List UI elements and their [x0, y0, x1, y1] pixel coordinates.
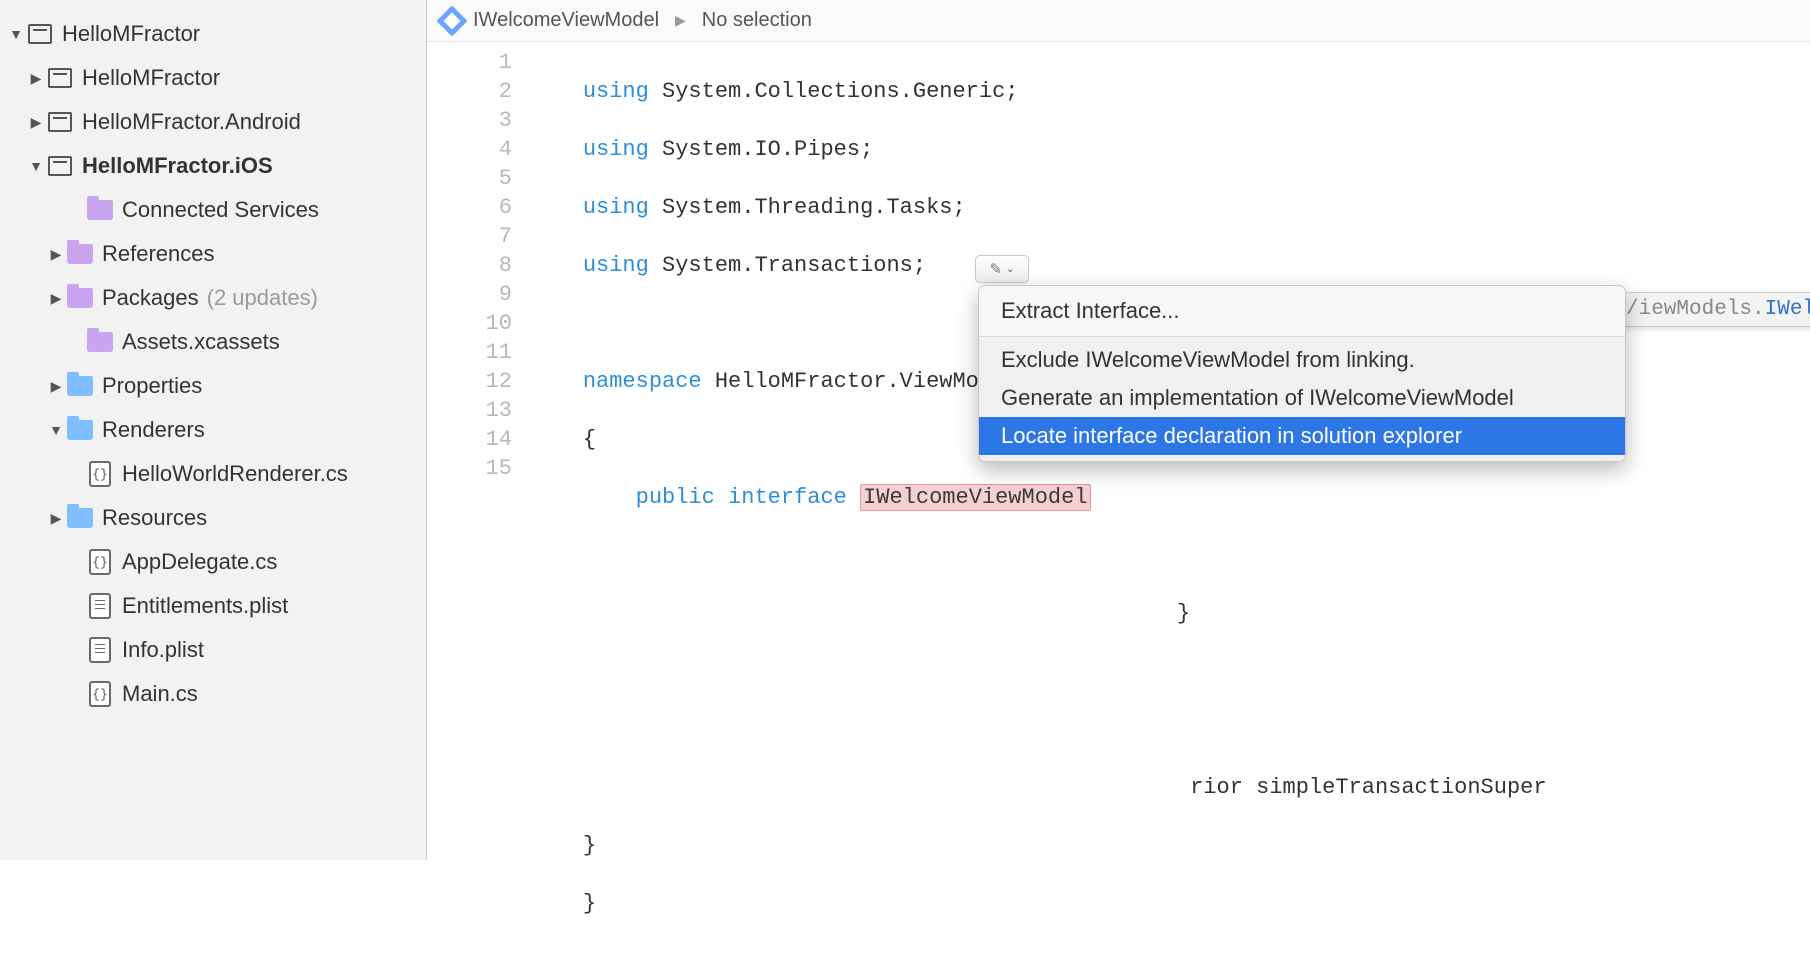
- folder-icon: [66, 416, 94, 444]
- quickfix-menu[interactable]: Extract Interface... Exclude IWelcomeVie…: [978, 285, 1626, 462]
- plist-file-icon: [86, 592, 114, 620]
- infoplist-file[interactable]: Info.plist: [0, 628, 426, 672]
- csharp-file-icon: [86, 680, 114, 708]
- tree-label: Resources: [102, 505, 207, 531]
- breadcrumb-item[interactable]: IWelcomeViewModel: [473, 9, 659, 32]
- project-icon: [46, 152, 74, 180]
- line-gutter: 123456789101112131415: [427, 48, 522, 976]
- properties-folder[interactable]: ▶ Properties: [0, 364, 426, 408]
- code-text: System.Threading.Tasks;: [649, 195, 966, 220]
- chevron-right-icon[interactable]: ▶: [26, 70, 46, 87]
- tree-label: References: [102, 241, 215, 267]
- menu-item-locate-declaration[interactable]: Locate interface declaration in solution…: [979, 417, 1625, 455]
- keyword: namespace: [583, 369, 702, 394]
- project-hellomfractor[interactable]: ▶ HelloMFractor: [0, 56, 426, 100]
- code-area[interactable]: 123456789101112131415 using System.Colle…: [427, 42, 1810, 976]
- tree-label: Connected Services: [122, 197, 319, 223]
- tree-label: AppDelegate.cs: [122, 549, 277, 575]
- interface-icon: [436, 5, 467, 36]
- keyword: using: [583, 253, 649, 278]
- folder-icon: [66, 372, 94, 400]
- keyword: public: [636, 485, 715, 510]
- renderers-folder[interactable]: ▼ Renderers: [0, 408, 426, 452]
- packages-node[interactable]: ▶ Packages (2 updates): [0, 276, 426, 320]
- folder-icon: [86, 196, 114, 224]
- solution-explorer[interactable]: ▼ HelloMFractor ▶ HelloMFractor ▶ HelloM…: [0, 0, 427, 860]
- chevron-right-icon: ▶: [675, 12, 686, 29]
- code-text: }: [583, 891, 596, 916]
- plist-file-icon: [86, 636, 114, 664]
- type-tooltip: /iewModels.IWelcomeViewModel: [1613, 292, 1810, 327]
- connected-services[interactable]: Connected Services: [0, 188, 426, 232]
- project-ios[interactable]: ▼ HelloMFractor.iOS: [0, 144, 426, 188]
- appdelegate-file[interactable]: AppDelegate.cs: [0, 540, 426, 584]
- menu-item-generate-implementation[interactable]: Generate an implementation of IWelcomeVi…: [979, 379, 1625, 417]
- keyword: using: [583, 137, 649, 162]
- tree-label: Assets.xcassets: [122, 329, 280, 355]
- folder-icon: [66, 240, 94, 268]
- main-cs-file[interactable]: Main.cs: [0, 672, 426, 716]
- code-text: System.Transactions;: [649, 253, 926, 278]
- tree-label: HelloMFractor.Android: [82, 109, 301, 135]
- tree-label: Properties: [102, 373, 202, 399]
- chevron-right-icon[interactable]: ▶: [46, 290, 66, 307]
- keyword: using: [583, 79, 649, 104]
- references-node[interactable]: ▶ References: [0, 232, 426, 276]
- tree-label: Packages: [102, 285, 199, 311]
- chevron-down-icon[interactable]: ▼: [26, 158, 46, 174]
- csharp-file-icon: [86, 460, 114, 488]
- code-text: rior simpleTransactionSuper: [1190, 775, 1546, 800]
- csharp-file-icon: [86, 548, 114, 576]
- code-text: {: [583, 427, 596, 452]
- code-text: }: [583, 833, 596, 858]
- quickfix-menu-header[interactable]: Extract Interface...: [979, 286, 1625, 337]
- tree-label: Renderers: [102, 417, 205, 443]
- type-highlighted[interactable]: IWelcomeViewModel: [860, 484, 1090, 511]
- code-text: System.IO.Pipes;: [649, 137, 873, 162]
- project-icon: [46, 64, 74, 92]
- pencil-icon: ✎: [990, 260, 1003, 278]
- tooltip-type: IWelcomeViewModel: [1765, 298, 1810, 321]
- chevron-right-icon[interactable]: ▶: [26, 114, 46, 131]
- tree-label: Entitlements.plist: [122, 593, 288, 619]
- breadcrumb[interactable]: IWelcomeViewModel ▶ No selection: [427, 0, 1810, 42]
- tree-label: HelloMFractor: [82, 65, 220, 91]
- code-text: System.Collections.Generic;: [649, 79, 1019, 104]
- solution-label: HelloMFractor: [62, 21, 200, 47]
- folder-icon: [66, 284, 94, 312]
- chevron-down-icon[interactable]: ▼: [6, 26, 26, 42]
- tree-label: HelloWorldRenderer.cs: [122, 461, 348, 487]
- code-editor[interactable]: IWelcomeViewModel ▶ No selection 1234567…: [427, 0, 1810, 860]
- folder-icon: [66, 504, 94, 532]
- chevron-down-icon[interactable]: ▼: [46, 422, 66, 438]
- chevron-right-icon[interactable]: ▶: [46, 510, 66, 527]
- chevron-right-icon[interactable]: ▶: [46, 378, 66, 395]
- packages-updates: (2 updates): [207, 285, 318, 311]
- entitlements-file[interactable]: Entitlements.plist: [0, 584, 426, 628]
- project-icon: [46, 108, 74, 136]
- keyword: interface: [728, 485, 847, 510]
- breadcrumb-item[interactable]: No selection: [702, 9, 812, 32]
- tree-label: Main.cs: [122, 681, 198, 707]
- menu-item-exclude-linking[interactable]: Exclude IWelcomeViewModel from linking.: [979, 341, 1625, 379]
- solution-root[interactable]: ▼ HelloMFractor: [0, 12, 426, 56]
- keyword: using: [583, 195, 649, 220]
- solution-icon: [26, 20, 54, 48]
- tooltip-namespace: /iewModels.: [1626, 298, 1765, 321]
- code-content[interactable]: using System.Collections.Generic; using …: [522, 48, 1810, 976]
- folder-icon: [86, 328, 114, 356]
- quickfix-dropdown-button[interactable]: ✎ ⌄: [975, 255, 1029, 283]
- chevron-down-icon: ⌄: [1006, 264, 1014, 275]
- helloworldrenderer-file[interactable]: HelloWorldRenderer.cs: [0, 452, 426, 496]
- assets-xcassets[interactable]: Assets.xcassets: [0, 320, 426, 364]
- resources-folder[interactable]: ▶ Resources: [0, 496, 426, 540]
- tree-label: HelloMFractor.iOS: [82, 153, 273, 179]
- project-android[interactable]: ▶ HelloMFractor.Android: [0, 100, 426, 144]
- code-text: }: [1177, 601, 1190, 626]
- tree-label: Info.plist: [122, 637, 204, 663]
- chevron-right-icon[interactable]: ▶: [46, 246, 66, 263]
